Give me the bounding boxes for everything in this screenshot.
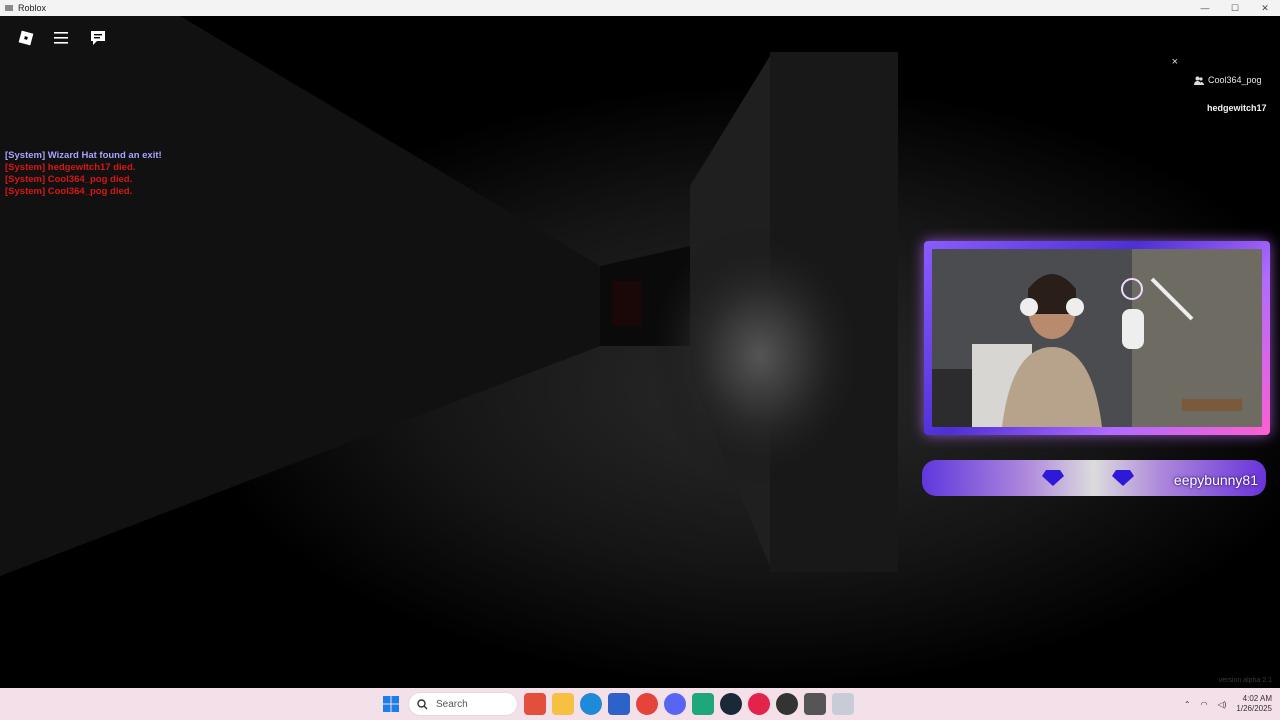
chat-log: [System] Wizard Hat found an exit! [Syst… xyxy=(5,150,162,198)
player-name: Cool364_pog xyxy=(1208,75,1262,85)
close-window-button[interactable]: ✕ xyxy=(1250,0,1280,16)
roblox-top-bar xyxy=(14,28,110,48)
volume-icon[interactable]: ◁) xyxy=(1218,700,1227,709)
clock-time: 4:02 AM xyxy=(1242,694,1272,703)
roblox-window: Roblox — ☐ ✕ [System] Wizard Hat found a… xyxy=(0,0,1280,720)
taskbar-search-box[interactable]: Search xyxy=(408,692,518,716)
title-bar[interactable]: Roblox — ☐ ✕ xyxy=(0,0,1280,16)
clock-date: 1/26/2025 xyxy=(1236,704,1272,713)
copilot-icon[interactable] xyxy=(524,693,546,715)
window-controls: — ☐ ✕ xyxy=(1190,0,1280,16)
discord-icon[interactable] xyxy=(664,693,686,715)
streamer-webcam-overlay xyxy=(924,241,1270,435)
webcam-image xyxy=(932,249,1262,427)
taskbar-clock[interactable]: 4:02 AM 1/26/2025 xyxy=(1236,694,1272,714)
media-player-icon[interactable] xyxy=(748,693,770,715)
windows-logo-icon xyxy=(383,696,399,712)
player-name[interactable]: hedgewitch17 xyxy=(1207,103,1267,113)
hamburger-menu-button[interactable] xyxy=(50,28,74,48)
chat-message: [System] hedgewitch17 died. xyxy=(5,162,136,173)
steam-icon[interactable] xyxy=(720,693,742,715)
chat-message: [System] Wizard Hat found an exit! xyxy=(5,150,162,161)
chat-icon xyxy=(91,31,105,45)
streamer-name-banner: eepybunny81 xyxy=(922,446,1266,498)
roblox-taskbar-icon[interactable] xyxy=(832,693,854,715)
roblox-app-icon xyxy=(5,5,13,11)
search-placeholder: Search xyxy=(436,698,468,710)
game-viewport[interactable]: [System] Wizard Hat found an exit! [Syst… xyxy=(0,16,1280,688)
app-icon[interactable] xyxy=(804,693,826,715)
start-button[interactable] xyxy=(380,693,402,715)
window-title: Roblox xyxy=(18,3,47,13)
friends-icon xyxy=(1194,76,1204,85)
minimize-button[interactable]: — xyxy=(1190,0,1220,16)
windows-taskbar: Search ⌃ ◠ ◁) 4:02 AM 1/26/2025 xyxy=(0,688,1280,720)
webcam-feed xyxy=(932,249,1262,427)
microsoft-store-icon[interactable] xyxy=(608,693,630,715)
player-list-close-button[interactable]: × xyxy=(1172,56,1178,68)
chat-toggle-button[interactable] xyxy=(86,28,110,48)
chat-message: [System] Cool364_pog died. xyxy=(5,186,133,197)
system-tray: ⌃ ◠ ◁) 4:02 AM 1/26/2025 xyxy=(1184,688,1272,720)
search-icon xyxy=(417,698,428,709)
obs-icon[interactable] xyxy=(776,693,798,715)
app-icon[interactable] xyxy=(692,693,714,715)
menu-icon xyxy=(54,32,68,44)
maximize-button[interactable]: ☐ xyxy=(1220,0,1250,16)
edge-browser-icon[interactable] xyxy=(580,693,602,715)
wifi-icon[interactable]: ◠ xyxy=(1201,700,1208,709)
taskbar-apps: Search xyxy=(380,688,854,720)
file-explorer-icon[interactable] xyxy=(552,693,574,715)
chat-message: [System] Cool364_pog died. xyxy=(5,174,133,185)
version-label: version alpha 2.1 xyxy=(1218,677,1272,684)
roblox-menu-button[interactable] xyxy=(14,28,38,48)
streamer-name: eepybunny81 xyxy=(1173,472,1258,488)
chevron-up-icon[interactable]: ⌃ xyxy=(1184,700,1191,709)
chrome-icon[interactable] xyxy=(636,693,658,715)
player-list-self[interactable]: Cool364_pog xyxy=(1194,75,1262,85)
roblox-logo-icon xyxy=(18,30,34,46)
